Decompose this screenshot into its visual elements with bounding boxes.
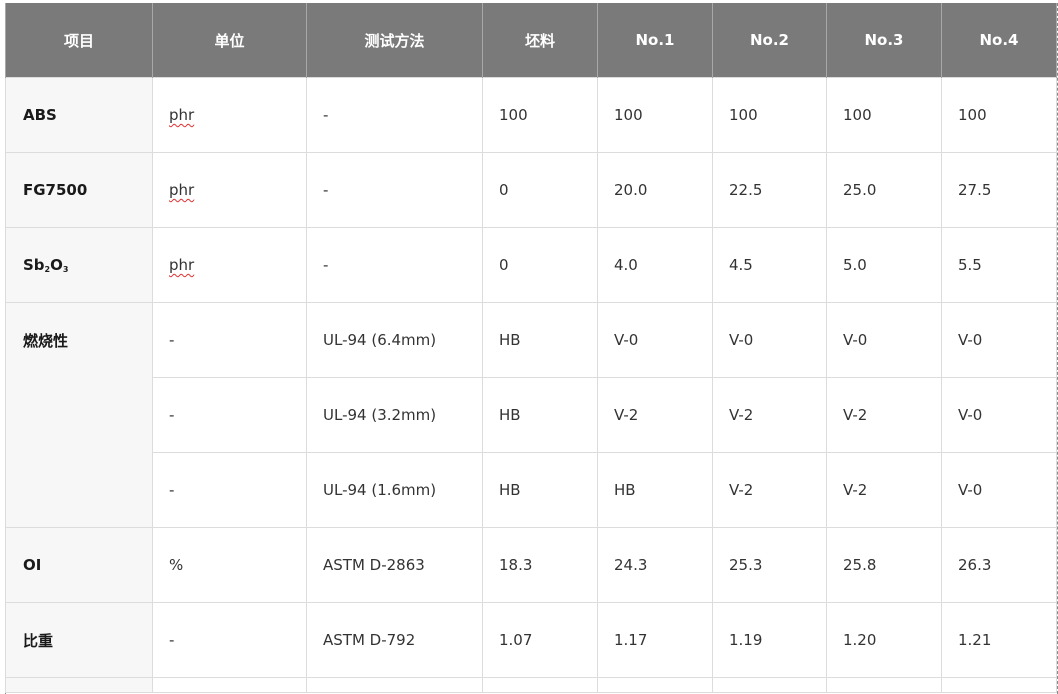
row-method: UL-94 (3.2mm) [306, 377, 483, 453]
row-unit: - [152, 602, 307, 678]
header-no2: No.2 [712, 3, 827, 78]
row-method: - [306, 77, 483, 153]
table-row: ABS phr - 100 100 100 100 100 [5, 77, 1057, 153]
row-item: FG7500 [5, 152, 153, 228]
header-no4: No.4 [941, 3, 1057, 78]
row-method: ASTM D-792 [306, 602, 483, 678]
header-row: 项目 单位 测试方法 坯料 No.1 No.2 No.3 No.4 [5, 3, 1057, 78]
cell-value: 100 [482, 77, 598, 153]
table-row: FG7500 phr - 0 20.0 22.5 25.0 27.5 [5, 152, 1057, 228]
cell-value: 1.19 [712, 602, 827, 678]
row-unit: phr [152, 152, 307, 228]
unit-text: phr [169, 106, 195, 124]
table-row: 比重 - ASTM D-792 1.07 1.17 1.19 1.20 1.21 [5, 602, 1057, 678]
cell-value: 100 [712, 77, 827, 153]
row-method: UL-94 (6.4mm) [306, 302, 483, 378]
cell-value: 5.0 [826, 227, 942, 303]
header-item: 项目 [5, 3, 153, 78]
row-method: - [306, 152, 483, 228]
row-method: - [306, 227, 483, 303]
cell-value: 4.5 [712, 227, 827, 303]
cell-value: V-2 [712, 377, 827, 453]
cell-value: V-0 [941, 377, 1057, 453]
row-method: ASTM D-2863 [306, 527, 483, 603]
cell-value: V-2 [826, 377, 942, 453]
cell-value: HB [482, 452, 598, 528]
header-blank: 坯料 [482, 3, 598, 78]
unit-text: phr [169, 256, 195, 274]
cell-value: 1.07 [482, 602, 598, 678]
cell-value: 1.21 [941, 602, 1057, 678]
cell-value: HB [482, 377, 598, 453]
table-row: OI % ASTM D-2863 18.3 24.3 25.3 25.8 26.… [5, 527, 1057, 603]
header-unit: 单位 [152, 3, 307, 78]
item-subscript: 3 [62, 265, 69, 274]
cell-value: HB [597, 452, 713, 528]
table-row: 燃烧性 - UL-94 (6.4mm) HB V-0 V-0 V-0 V-0 [5, 302, 1057, 528]
cell-value: 0 [482, 227, 598, 303]
unit-text: phr [169, 181, 195, 199]
cell-value: 27.5 [941, 152, 1057, 228]
cell-value: 22.5 [712, 152, 827, 228]
cell-value: V-0 [826, 302, 942, 378]
cell-value: 1.20 [826, 602, 942, 678]
row-item: ABS [5, 77, 153, 153]
table-row: - UL-94 (3.2mm) HB V-2 V-2 V-2 V-0 [6, 377, 1057, 453]
cell-value: V-2 [712, 452, 827, 528]
cell-value: 1.17 [597, 602, 713, 678]
cell-value: 100 [826, 77, 942, 153]
row-unit: phr [152, 77, 307, 153]
cell-value: 25.8 [826, 527, 942, 603]
row-method: UL-94 (1.6mm) [306, 452, 483, 528]
formulation-table: 项目 单位 测试方法 坯料 No.1 No.2 No.3 No.4 ABS ph… [5, 3, 1057, 693]
table-row-cut-off [5, 677, 1057, 693]
table-row: - UL-94 (1.6mm) HB HB V-2 V-2 V-0 [6, 452, 1057, 528]
cell-value: 100 [597, 77, 713, 153]
cell-value: V-0 [941, 452, 1057, 528]
cell-value: 18.3 [482, 527, 598, 603]
cell-value: 100 [941, 77, 1057, 153]
header-no3: No.3 [826, 3, 942, 78]
row-unit: phr [152, 227, 307, 303]
cell-value: 26.3 [941, 527, 1057, 603]
header-no1: No.1 [597, 3, 713, 78]
item-text: Sb [23, 256, 45, 274]
row-item: 燃烧性 [5, 302, 153, 528]
cell-value: V-2 [826, 452, 942, 528]
cell-value: 24.3 [597, 527, 713, 603]
cell-value: 25.3 [712, 527, 827, 603]
cell-value: HB [482, 302, 598, 378]
table-row: Sb2O3 phr - 0 4.0 4.5 5.0 5.5 [5, 227, 1057, 303]
cell-value: 25.0 [826, 152, 942, 228]
cell-value: V-0 [597, 302, 713, 378]
cell-value: V-2 [597, 377, 713, 453]
cell-value: 20.0 [597, 152, 713, 228]
header-method: 测试方法 [306, 3, 483, 78]
cell-value: 0 [482, 152, 598, 228]
item-text: O [50, 256, 63, 274]
row-unit: - [152, 377, 307, 453]
cell-value: V-0 [941, 302, 1057, 378]
row-item: OI [5, 527, 153, 603]
row-item: Sb2O3 [5, 227, 153, 303]
row-item: 比重 [5, 602, 153, 678]
cell-value: V-0 [712, 302, 827, 378]
cell-value: 5.5 [941, 227, 1057, 303]
row-unit: - [152, 452, 307, 528]
row-unit: - [152, 302, 307, 378]
row-unit: % [152, 527, 307, 603]
cell-value: 4.0 [597, 227, 713, 303]
